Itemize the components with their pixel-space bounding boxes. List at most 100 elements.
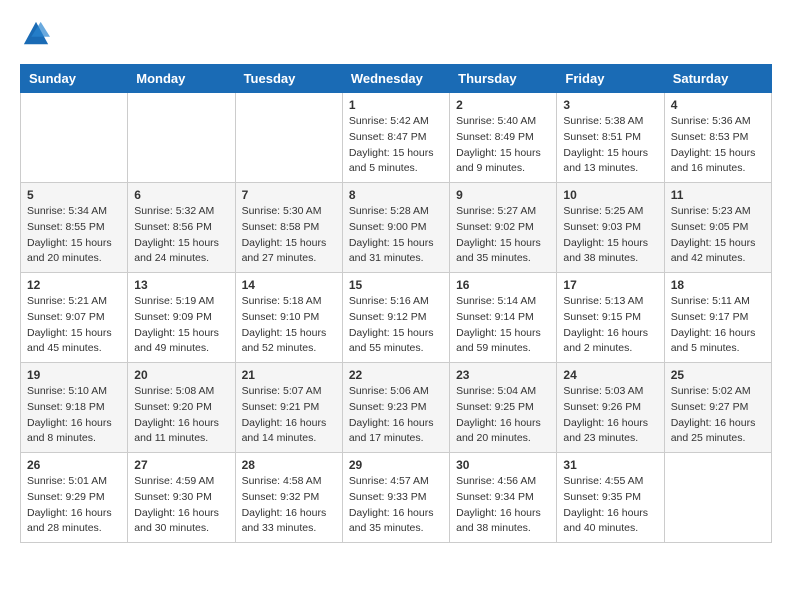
day-number: 30 [456, 458, 550, 472]
day-number: 19 [27, 368, 121, 382]
day-number: 9 [456, 188, 550, 202]
day-info: Sunrise: 4:58 AMSunset: 9:32 PMDaylight:… [242, 474, 336, 537]
day-info: Sunrise: 4:59 AMSunset: 9:30 PMDaylight:… [134, 474, 228, 537]
day-info: Sunrise: 5:23 AMSunset: 9:05 PMDaylight:… [671, 204, 765, 267]
logo-icon [22, 20, 50, 48]
day-number: 20 [134, 368, 228, 382]
day-info: Sunrise: 5:19 AMSunset: 9:09 PMDaylight:… [134, 294, 228, 357]
day-number: 7 [242, 188, 336, 202]
day-info: Sunrise: 5:42 AMSunset: 8:47 PMDaylight:… [349, 114, 443, 177]
day-info: Sunrise: 5:18 AMSunset: 9:10 PMDaylight:… [242, 294, 336, 357]
calendar-cell: 6 Sunrise: 5:32 AMSunset: 8:56 PMDaylight… [128, 183, 235, 273]
calendar-cell: 28 Sunrise: 4:58 AMSunset: 9:32 PMDayligh… [235, 453, 342, 543]
day-info: Sunrise: 5:25 AMSunset: 9:03 PMDaylight:… [563, 204, 657, 267]
day-number: 5 [27, 188, 121, 202]
day-info: Sunrise: 5:36 AMSunset: 8:53 PMDaylight:… [671, 114, 765, 177]
calendar-table: SundayMondayTuesdayWednesdayThursdayFrid… [20, 64, 772, 543]
day-number: 28 [242, 458, 336, 472]
day-number: 8 [349, 188, 443, 202]
calendar-cell: 5 Sunrise: 5:34 AMSunset: 8:55 PMDaylight… [21, 183, 128, 273]
calendar-cell: 21 Sunrise: 5:07 AMSunset: 9:21 PMDayligh… [235, 363, 342, 453]
day-number: 15 [349, 278, 443, 292]
calendar-cell: 9 Sunrise: 5:27 AMSunset: 9:02 PMDaylight… [450, 183, 557, 273]
day-number: 17 [563, 278, 657, 292]
day-number: 24 [563, 368, 657, 382]
day-info: Sunrise: 5:21 AMSunset: 9:07 PMDaylight:… [27, 294, 121, 357]
day-info: Sunrise: 5:32 AMSunset: 8:56 PMDaylight:… [134, 204, 228, 267]
calendar-cell: 19 Sunrise: 5:10 AMSunset: 9:18 PMDayligh… [21, 363, 128, 453]
calendar-cell: 7 Sunrise: 5:30 AMSunset: 8:58 PMDaylight… [235, 183, 342, 273]
day-number: 22 [349, 368, 443, 382]
day-number: 6 [134, 188, 228, 202]
page-header [20, 20, 772, 48]
calendar-cell: 24 Sunrise: 5:03 AMSunset: 9:26 PMDayligh… [557, 363, 664, 453]
day-info: Sunrise: 5:10 AMSunset: 9:18 PMDaylight:… [27, 384, 121, 447]
day-info: Sunrise: 5:40 AMSunset: 8:49 PMDaylight:… [456, 114, 550, 177]
day-info: Sunrise: 5:38 AMSunset: 8:51 PMDaylight:… [563, 114, 657, 177]
day-info: Sunrise: 5:16 AMSunset: 9:12 PMDaylight:… [349, 294, 443, 357]
calendar-cell: 20 Sunrise: 5:08 AMSunset: 9:20 PMDayligh… [128, 363, 235, 453]
calendar-cell: 13Sunrise: 5:19 AMSunset: 9:09 PMDayligh… [128, 273, 235, 363]
day-info: Sunrise: 5:06 AMSunset: 9:23 PMDaylight:… [349, 384, 443, 447]
day-info: Sunrise: 5:11 AMSunset: 9:17 PMDaylight:… [671, 294, 765, 357]
day-info: Sunrise: 5:03 AMSunset: 9:26 PMDaylight:… [563, 384, 657, 447]
day-number: 27 [134, 458, 228, 472]
day-number: 14 [242, 278, 336, 292]
calendar-cell: 14 Sunrise: 5:18 AMSunset: 9:10 PMDayligh… [235, 273, 342, 363]
calendar-cell: 26Sunrise: 5:01 AMSunset: 9:29 PMDayligh… [21, 453, 128, 543]
day-number: 12 [27, 278, 121, 292]
calendar-cell [664, 453, 771, 543]
calendar-week-row: 5 Sunrise: 5:34 AMSunset: 8:55 PMDaylight… [21, 183, 772, 273]
day-info: Sunrise: 5:01 AMSunset: 9:29 PMDaylight:… [27, 474, 121, 537]
day-number: 21 [242, 368, 336, 382]
calendar-cell: 1Sunrise: 5:42 AMSunset: 8:47 PMDaylight… [342, 93, 449, 183]
calendar-cell: 10 Sunrise: 5:25 AMSunset: 9:03 PMDayligh… [557, 183, 664, 273]
calendar-week-row: 19 Sunrise: 5:10 AMSunset: 9:18 PMDayligh… [21, 363, 772, 453]
calendar-cell: 31 Sunrise: 4:55 AMSunset: 9:35 PMDayligh… [557, 453, 664, 543]
calendar-cell: 15 Sunrise: 5:16 AMSunset: 9:12 PMDayligh… [342, 273, 449, 363]
day-number: 29 [349, 458, 443, 472]
calendar-cell [128, 93, 235, 183]
day-info: Sunrise: 4:55 AMSunset: 9:35 PMDaylight:… [563, 474, 657, 537]
calendar-cell: 25 Sunrise: 5:02 AMSunset: 9:27 PMDayligh… [664, 363, 771, 453]
day-info: Sunrise: 5:04 AMSunset: 9:25 PMDaylight:… [456, 384, 550, 447]
calendar-cell: 30 Sunrise: 4:56 AMSunset: 9:34 PMDayligh… [450, 453, 557, 543]
day-info: Sunrise: 4:57 AMSunset: 9:33 PMDaylight:… [349, 474, 443, 537]
day-number: 18 [671, 278, 765, 292]
day-info: Sunrise: 5:28 AMSunset: 9:00 PMDaylight:… [349, 204, 443, 267]
calendar-cell: 23Sunrise: 5:04 AMSunset: 9:25 PMDayligh… [450, 363, 557, 453]
day-number: 11 [671, 188, 765, 202]
day-info: Sunrise: 5:13 AMSunset: 9:15 PMDaylight:… [563, 294, 657, 357]
day-number: 10 [563, 188, 657, 202]
day-number: 25 [671, 368, 765, 382]
day-info: Sunrise: 5:08 AMSunset: 9:20 PMDaylight:… [134, 384, 228, 447]
calendar-cell: 17 Sunrise: 5:13 AMSunset: 9:15 PMDayligh… [557, 273, 664, 363]
logo [20, 20, 50, 48]
weekday-header-monday: Monday [128, 65, 235, 93]
weekday-header-saturday: Saturday [664, 65, 771, 93]
calendar-cell: 8 Sunrise: 5:28 AMSunset: 9:00 PMDaylight… [342, 183, 449, 273]
calendar-cell: 11 Sunrise: 5:23 AMSunset: 9:05 PMDayligh… [664, 183, 771, 273]
calendar-cell: 29 Sunrise: 4:57 AMSunset: 9:33 PMDayligh… [342, 453, 449, 543]
calendar-cell: 3 Sunrise: 5:38 AMSunset: 8:51 PMDaylight… [557, 93, 664, 183]
calendar-cell: 22 Sunrise: 5:06 AMSunset: 9:23 PMDayligh… [342, 363, 449, 453]
day-number: 31 [563, 458, 657, 472]
day-info: Sunrise: 5:02 AMSunset: 9:27 PMDaylight:… [671, 384, 765, 447]
weekday-header-friday: Friday [557, 65, 664, 93]
day-info: Sunrise: 5:14 AMSunset: 9:14 PMDaylight:… [456, 294, 550, 357]
weekday-header-thursday: Thursday [450, 65, 557, 93]
day-info: Sunrise: 5:34 AMSunset: 8:55 PMDaylight:… [27, 204, 121, 267]
day-info: Sunrise: 5:30 AMSunset: 8:58 PMDaylight:… [242, 204, 336, 267]
weekday-header-tuesday: Tuesday [235, 65, 342, 93]
weekday-header-sunday: Sunday [21, 65, 128, 93]
day-info: Sunrise: 4:56 AMSunset: 9:34 PMDaylight:… [456, 474, 550, 537]
day-number: 3 [563, 98, 657, 112]
day-info: Sunrise: 5:27 AMSunset: 9:02 PMDaylight:… [456, 204, 550, 267]
calendar-cell: 16Sunrise: 5:14 AMSunset: 9:14 PMDayligh… [450, 273, 557, 363]
calendar-cell: 4Sunrise: 5:36 AMSunset: 8:53 PMDaylight… [664, 93, 771, 183]
calendar-cell [235, 93, 342, 183]
calendar-cell: 27 Sunrise: 4:59 AMSunset: 9:30 PMDayligh… [128, 453, 235, 543]
day-info: Sunrise: 5:07 AMSunset: 9:21 PMDaylight:… [242, 384, 336, 447]
calendar-cell: 12 Sunrise: 5:21 AMSunset: 9:07 PMDayligh… [21, 273, 128, 363]
calendar-week-row: 26Sunrise: 5:01 AMSunset: 9:29 PMDayligh… [21, 453, 772, 543]
